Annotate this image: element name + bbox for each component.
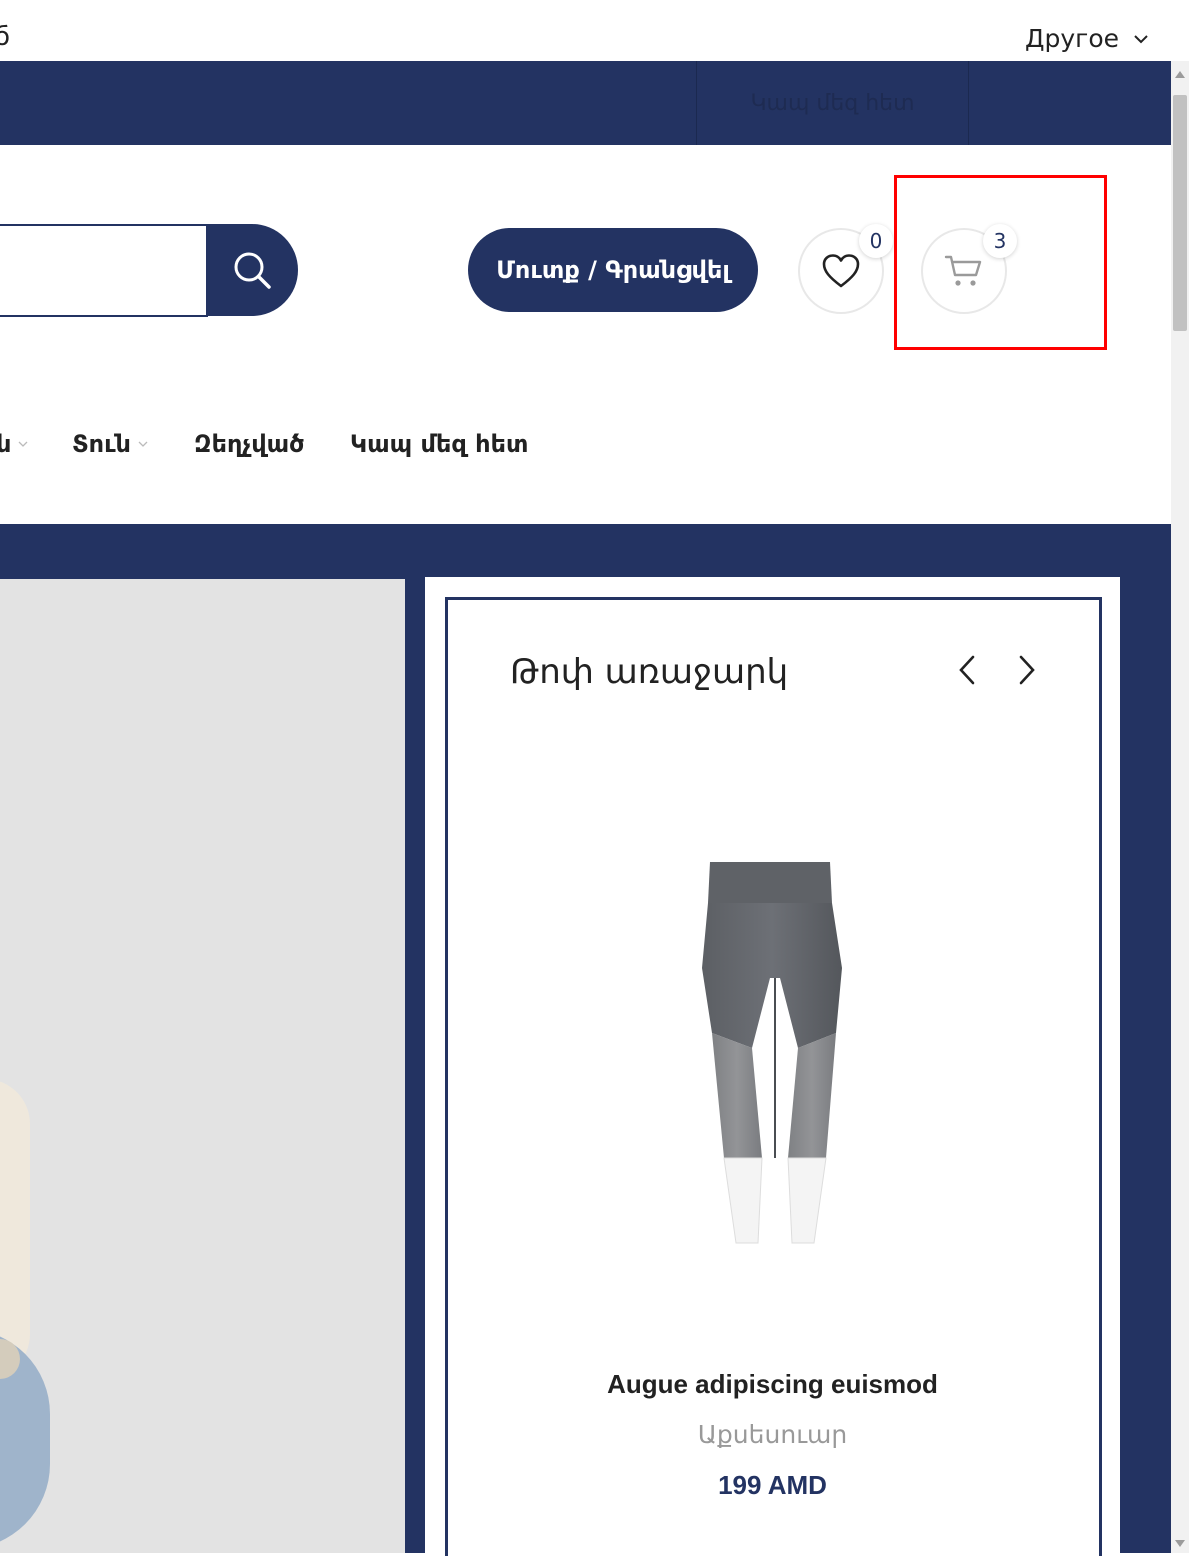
chevron-down-icon (18, 441, 28, 447)
wishlist-count-badge: 0 (859, 224, 893, 258)
divider (968, 61, 969, 145)
top-offer-title: Թոփ առաջարկ (510, 652, 789, 692)
scroll-down-arrow[interactable] (1175, 1540, 1185, 1547)
search-icon (234, 252, 271, 289)
chevron-right-icon (1019, 655, 1035, 685)
product-image[interactable] (690, 858, 860, 1248)
search-button[interactable] (206, 224, 298, 316)
search-box (0, 224, 216, 317)
menu-item-cut[interactable]: ն (0, 430, 29, 458)
slider-prev-button[interactable] (952, 650, 982, 690)
product-name[interactable]: Augue adipiscing euismod (450, 1369, 1095, 1400)
login-register-button[interactable]: Մուտք / Գրանցվել (468, 228, 758, 312)
chevron-left-icon (959, 655, 975, 685)
page-scrollbar[interactable] (1171, 61, 1189, 1553)
scrollbar-thumb[interactable] (1173, 95, 1187, 331)
top-nav-strip: Կապ մեզ հետ (0, 61, 1171, 145)
chevron-down-icon (138, 441, 148, 447)
menu-item-label: Տուն (72, 430, 131, 458)
strip-contact-link[interactable]: Կապ մեզ հետ (697, 61, 968, 145)
language-label: Другое (1024, 24, 1119, 53)
scroll-up-arrow[interactable] (1175, 71, 1185, 78)
menu-item-label: Կապ մեզ հետ (350, 430, 529, 458)
slider-next-button[interactable] (1012, 650, 1042, 690)
top-bar: б Другое (0, 0, 1189, 61)
language-selector[interactable]: Другое (1025, 24, 1149, 53)
menu-item-contact[interactable]: Կապ մեզ հետ (350, 430, 528, 458)
heart-icon (822, 254, 860, 288)
search-input[interactable] (12, 226, 216, 308)
menu-item-sale[interactable]: Զեղչված (194, 430, 304, 458)
product-price: 199 AMD (718, 1470, 827, 1500)
chevron-down-icon (1134, 34, 1148, 43)
cart-highlight-box (894, 175, 1107, 350)
hero-photo (0, 579, 405, 1553)
menu-item-label: Զեղչված (194, 430, 305, 458)
topbar-cut-text: б (0, 22, 11, 52)
menu-item-home[interactable]: Տուն (72, 430, 149, 458)
product-category[interactable]: Աքսեսուար (450, 1420, 1095, 1449)
menu-item-label: ն (0, 430, 12, 458)
photo-shape (0, 1079, 30, 1379)
